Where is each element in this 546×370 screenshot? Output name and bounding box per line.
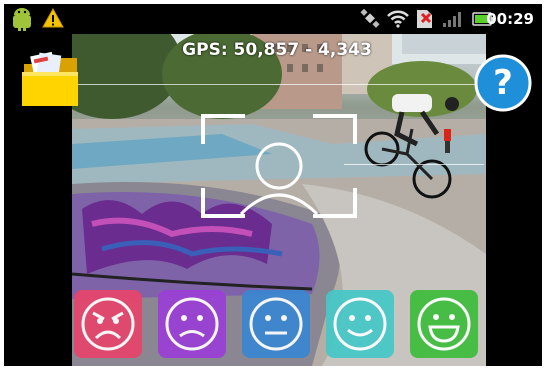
folder-icon <box>22 51 78 106</box>
gallery-folder-button[interactable] <box>20 50 82 110</box>
neutral-face-button[interactable] <box>242 290 310 358</box>
face-focus-frame <box>201 114 357 218</box>
neutral-face-icon <box>249 297 303 351</box>
gps-readout: GPS: 50,857 - 4,343 <box>182 40 372 60</box>
happy-face-icon <box>417 297 471 351</box>
happy-face-button[interactable] <box>410 290 478 358</box>
help-symbol: ? <box>493 63 513 103</box>
help-button[interactable]: ? <box>474 54 532 112</box>
status-bar: 00:29 <box>4 4 542 34</box>
app-screen: 00:29 GPS: 50,857 - 4,343 ? <box>4 4 542 366</box>
guide-line-right <box>344 164 484 165</box>
gps-satellite-icon <box>360 9 380 28</box>
android-bugdroid-icon <box>13 8 31 31</box>
warning-icon <box>42 8 64 28</box>
angry-face-button[interactable] <box>74 290 142 358</box>
sad-face-button[interactable] <box>158 290 226 358</box>
angry-face-icon <box>81 297 135 351</box>
no-sim-icon <box>417 10 432 28</box>
guide-line-top <box>72 84 486 85</box>
wifi-icon <box>387 10 409 28</box>
status-clock: 00:29 <box>486 10 534 28</box>
smile-face-button[interactable] <box>326 290 394 358</box>
smile-face-icon <box>333 297 387 351</box>
sad-face-icon <box>165 297 219 351</box>
signal-icon <box>443 12 461 27</box>
